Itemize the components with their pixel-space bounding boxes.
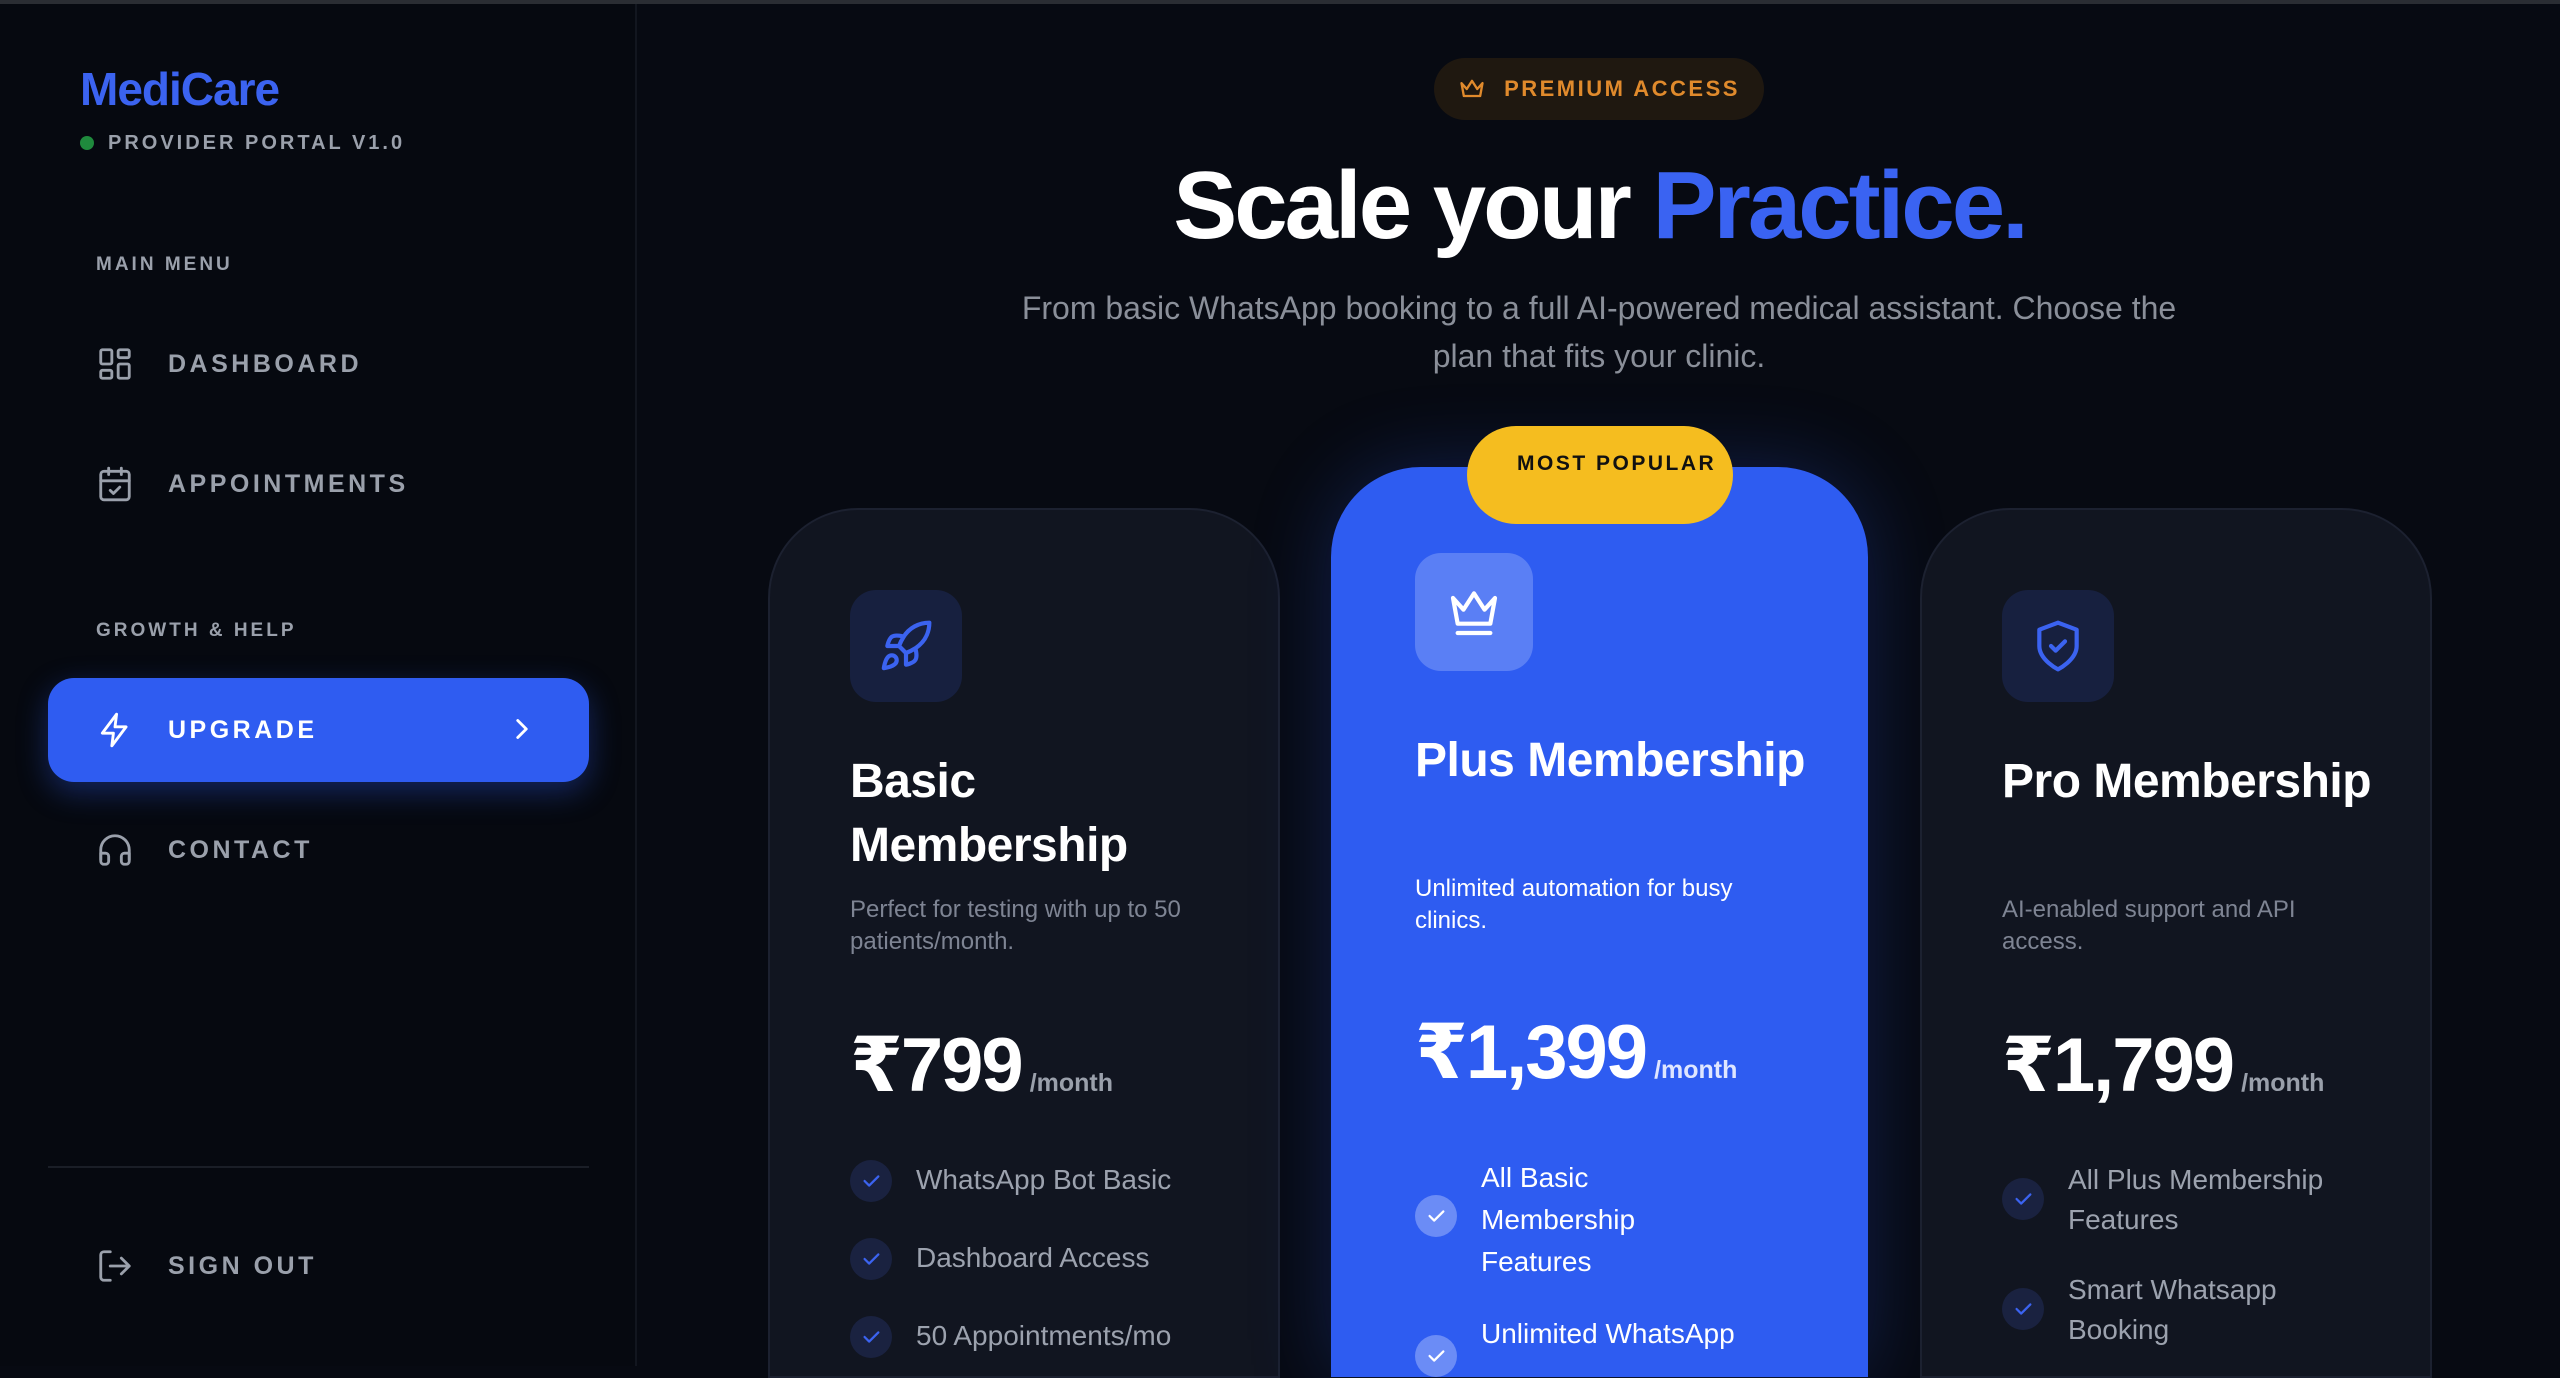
logout-icon bbox=[99, 1250, 131, 1282]
price-period: /month bbox=[1029, 1069, 1114, 1097]
plan-price: ₹1,799 /month bbox=[2002, 1020, 2324, 1109]
plan-icon bbox=[2002, 590, 2114, 702]
headline-accent: Practice. bbox=[1652, 152, 2028, 259]
sign-out-button[interactable]: SIGN OUT bbox=[48, 1214, 589, 1318]
sign-out-label: SIGN OUT bbox=[168, 1251, 317, 1280]
plan-price: ₹1,399 /month bbox=[1415, 1007, 1737, 1096]
status-dot bbox=[80, 136, 94, 150]
price-period: /month bbox=[2241, 1069, 2325, 1097]
check-icon bbox=[1415, 1195, 1457, 1237]
plan-card-plus[interactable]: Plus Membership Unlimited automation for… bbox=[1331, 467, 1868, 1377]
sidebar-item-label: APPOINTMENTS bbox=[168, 469, 409, 498]
sidebar-divider bbox=[48, 1166, 589, 1168]
price-amount: ₹799 bbox=[850, 1023, 1024, 1108]
feature-item: 50 Appointments/mo bbox=[850, 1316, 1270, 1358]
brand-logo[interactable]: MediCare bbox=[80, 62, 280, 116]
plan-icon bbox=[1415, 553, 1533, 671]
feature-text: 50 Appointments/mo bbox=[916, 1320, 1172, 1351]
check-icon bbox=[850, 1238, 892, 1280]
sidebar-item-upgrade[interactable]: UPGRADE bbox=[48, 678, 589, 782]
price-period: /month bbox=[1654, 1056, 1738, 1084]
feature-text: Smart Whatsapp Booking bbox=[2068, 1274, 2277, 1345]
sidebar-item-contact[interactable]: CONTACT bbox=[48, 798, 589, 902]
sidebar-item-label: DASHBOARD bbox=[168, 349, 362, 378]
grid-icon bbox=[99, 348, 131, 380]
feature-item: WhatsApp Bot Basic bbox=[850, 1160, 1270, 1202]
headphones-icon bbox=[99, 834, 131, 866]
check-icon bbox=[2002, 1178, 2044, 1220]
sidebar-item-appointments[interactable]: APPOINTMENTS bbox=[48, 432, 589, 536]
chevron-right-icon bbox=[516, 719, 528, 739]
plan-price: ₹799 /month bbox=[850, 1020, 1113, 1109]
plan-description: AI-enabled support and API access. bbox=[2002, 896, 2296, 955]
section-label-main-menu: MAIN MENU bbox=[96, 254, 233, 275]
page-subtitle: From basic WhatsApp booking to a full AI… bbox=[1021, 290, 2177, 374]
plan-card-pro[interactable]: Pro Membership AI-enabled support and AP… bbox=[1920, 508, 2432, 1378]
price-amount: ₹1,799 bbox=[2002, 1023, 2235, 1108]
plan-title: Plus Membership bbox=[1415, 734, 1805, 787]
plan-icon bbox=[850, 590, 962, 702]
sidebar-item-dashboard[interactable]: DASHBOARD bbox=[48, 312, 589, 416]
feature-list: WhatsApp Bot Basic Dashboard Access 50 A… bbox=[850, 1160, 1270, 1358]
check-icon bbox=[850, 1160, 892, 1202]
most-popular-badge: MOST POPULAR bbox=[1467, 426, 1733, 524]
plan-card-basic[interactable]: Basic Membership Perfect for testing wit… bbox=[768, 508, 1280, 1378]
plan-description: Unlimited automation for busy clinics. bbox=[1415, 875, 1733, 934]
sidebar: MediCare PROVIDER PORTAL V1.0 MAIN MENU … bbox=[0, 4, 637, 1366]
premium-access-badge: PREMIUM ACCESS bbox=[1434, 58, 1764, 120]
shield-check-icon bbox=[2037, 620, 2079, 672]
feature-item: All Plus Membership Features bbox=[2002, 1160, 2362, 1240]
calendar-check-icon bbox=[99, 466, 131, 502]
pricing-main: PREMIUM ACCESS Scale your Practice. From… bbox=[639, 4, 2560, 1378]
feature-text: Unlimited WhatsApp bbox=[1481, 1318, 1735, 1349]
headline-text: Scale your bbox=[1173, 152, 1653, 259]
feature-list: All Plus Membership Features Smart Whats… bbox=[2002, 1160, 2362, 1350]
feature-list: All Basic Membership Features Unlimited … bbox=[1415, 1157, 1745, 1377]
plan-description: Perfect for testing with up to 50 patien… bbox=[850, 896, 1181, 955]
plan-title: Pro Membership bbox=[2002, 755, 2372, 808]
feature-text: All Basic Membership Features bbox=[1481, 1162, 1636, 1277]
feature-text: WhatsApp Bot Basic bbox=[916, 1164, 1172, 1195]
feature-item: Smart Whatsapp Booking bbox=[2002, 1270, 2362, 1350]
feature-text: All Plus Membership Features bbox=[2068, 1164, 2324, 1235]
check-icon bbox=[850, 1316, 892, 1358]
rocket-icon bbox=[881, 620, 932, 671]
feature-item: All Basic Membership Features bbox=[1415, 1157, 1745, 1283]
portal-label: PROVIDER PORTAL V1.0 bbox=[108, 131, 406, 154]
feature-text: Dashboard Access bbox=[916, 1242, 1150, 1273]
price-amount: ₹1,399 bbox=[1415, 1010, 1648, 1095]
feature-item: Unlimited WhatsApp bbox=[1415, 1313, 1745, 1377]
check-icon bbox=[1415, 1335, 1457, 1377]
premium-access-label: PREMIUM ACCESS bbox=[1504, 76, 1740, 101]
feature-item: Dashboard Access bbox=[850, 1238, 1270, 1280]
crown-icon bbox=[1460, 79, 1484, 98]
portal-version: PROVIDER PORTAL V1.0 bbox=[80, 128, 405, 158]
check-icon bbox=[2002, 1288, 2044, 1330]
plan-title: Basic Membership bbox=[850, 755, 1128, 872]
sidebar-item-label: UPGRADE bbox=[168, 715, 318, 744]
section-label-growth-help: GROWTH & HELP bbox=[96, 620, 297, 641]
crown-icon bbox=[1450, 591, 1498, 636]
sidebar-item-label: CONTACT bbox=[168, 835, 313, 864]
lightning-icon bbox=[100, 712, 128, 748]
page-title: Scale your Practice. bbox=[639, 146, 2560, 266]
